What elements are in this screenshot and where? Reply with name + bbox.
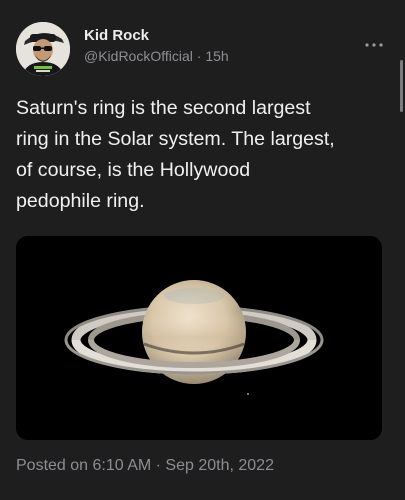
- tweet-text-line: ring in the Solar system. The largest,: [16, 128, 335, 150]
- tweet-text-line: Saturn's ring is the second largest: [16, 97, 311, 119]
- avatar[interactable]: [16, 22, 70, 76]
- author-name[interactable]: Kid Rock: [84, 27, 149, 44]
- separator-dot: ·: [192, 48, 206, 64]
- tweet-card: Kid Rock @KidRockOfficial · 15h Saturn's…: [0, 0, 405, 500]
- profile-photo-icon: [16, 22, 70, 76]
- saturn-image: [16, 236, 382, 440]
- scrollbar[interactable]: [400, 60, 403, 112]
- tweet-text-line: of course, is the Hollywood: [16, 159, 251, 181]
- tweet-timestamp[interactable]: 15h: [205, 48, 228, 64]
- tweet-image-saturn[interactable]: [16, 236, 382, 440]
- posted-timestamp: Posted on 6:10 AM · Sep 20th, 2022: [16, 457, 274, 474]
- author-handle[interactable]: @KidRockOfficial: [84, 48, 193, 64]
- tweet-text-line: pedophile ring.: [16, 190, 145, 212]
- more-options-icon[interactable]: [364, 32, 384, 53]
- tweet-text: Saturn's ring is the second largest ring…: [16, 93, 394, 217]
- author-meta: @KidRockOfficial · 15h: [84, 48, 229, 64]
